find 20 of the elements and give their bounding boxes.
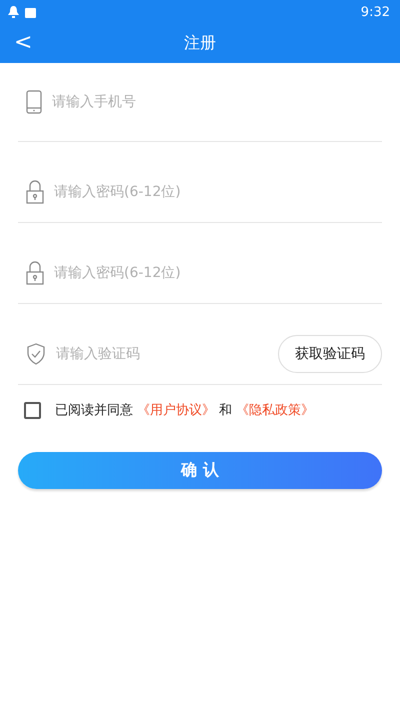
notification-icon bbox=[8, 6, 19, 18]
shield-check-icon bbox=[26, 343, 46, 365]
back-button[interactable]: < bbox=[8, 30, 38, 55]
user-agreement-link[interactable]: 《用户协议》 bbox=[137, 401, 215, 419]
input-field[interactable]: 请输入密码(6-12位) bbox=[52, 264, 382, 282]
phone-icon bbox=[26, 90, 42, 114]
page-title: 注册 bbox=[184, 33, 216, 54]
input-field[interactable]: 请输入手机号 bbox=[50, 93, 382, 111]
input-field[interactable]: 请输入密码(6-12位) bbox=[52, 183, 382, 201]
agree-text: 已阅读并同意 bbox=[55, 402, 133, 419]
bag-icon bbox=[25, 6, 36, 18]
status-time: 9:32 bbox=[360, 4, 390, 20]
input-field[interactable]: 请输入验证码 bbox=[54, 345, 270, 363]
lock-icon bbox=[26, 261, 44, 285]
confirm-button[interactable]: 确 认 bbox=[18, 452, 382, 489]
joiner-text: 和 bbox=[219, 402, 232, 419]
get-code-button[interactable]: 获取验证码 bbox=[278, 335, 382, 373]
privacy-policy-link[interactable]: 《隐私政策》 bbox=[236, 401, 314, 419]
agree-checkbox[interactable] bbox=[24, 402, 41, 418]
lock-icon bbox=[26, 180, 44, 204]
